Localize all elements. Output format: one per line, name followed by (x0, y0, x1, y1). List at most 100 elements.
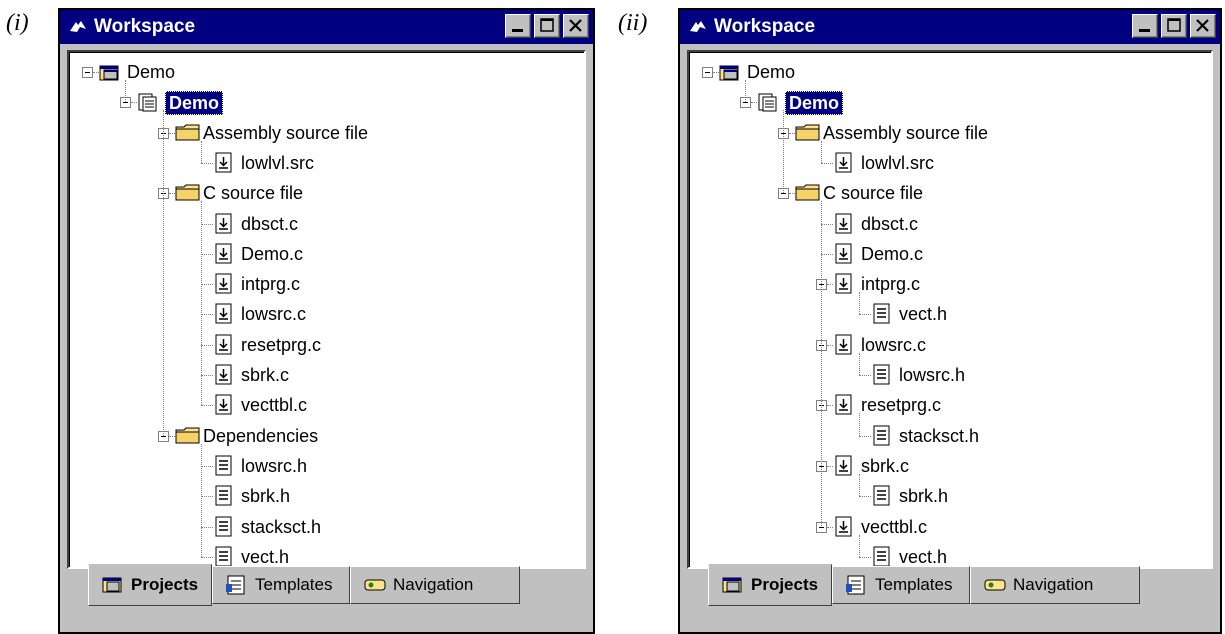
tree-node-label[interactable]: lowsrc.c (241, 303, 306, 325)
templates-icon (846, 575, 865, 595)
tab-projects[interactable]: Projects (708, 564, 832, 606)
tree-connector (163, 110, 164, 436)
workspace-window-i: Workspace Demo Demo Assembly source file lo… (58, 8, 595, 634)
tree-node-label[interactable]: stacksct.h (241, 516, 321, 538)
tree-connector (821, 253, 833, 255)
tab-navigation-label: Navigation (393, 575, 474, 594)
source-file-icon (213, 334, 235, 356)
header-file-icon (213, 516, 235, 538)
tree-node-label[interactable]: lowlvl.src (861, 152, 934, 174)
title-bar[interactable]: Workspace (60, 10, 593, 44)
tab-templates[interactable]: Templates (212, 566, 350, 604)
workspace-logo-icon (690, 21, 706, 32)
tab-projects-label: Projects (751, 575, 819, 594)
project-tree[interactable]: Demo Demo Assembly source file lowlvl.src C … (687, 50, 1213, 569)
workspace-window-ii: Workspace Demo Demo Assembly source file lo… (678, 8, 1222, 634)
navigation-icon (984, 579, 1006, 591)
tree-node-label[interactable]: lowlvl.src (241, 152, 314, 174)
project-tree[interactable]: Demo Demo Assembly source file lowlvl.src C … (67, 50, 586, 569)
tree-node-label[interactable]: lowsrc.h (899, 364, 965, 386)
tree-connector (821, 223, 833, 225)
tree-connector (201, 443, 202, 557)
tree-connector (745, 80, 746, 103)
tree-node-label[interactable]: sbrk.h (899, 485, 948, 507)
tab-projects-label: Projects (131, 575, 199, 594)
tree-node-label[interactable]: lowsrc.h (241, 455, 307, 477)
tree-node-label[interactable]: Assembly source file (203, 122, 368, 144)
folder-icon (175, 182, 200, 204)
tree-node-label[interactable]: Demo (165, 91, 224, 116)
tab-templates[interactable]: Templates (832, 566, 970, 604)
source-file-icon (833, 394, 855, 416)
workspace-icon (99, 61, 121, 83)
source-file-icon (833, 213, 855, 235)
maximize-icon (1167, 18, 1181, 32)
folder-icon (175, 425, 200, 447)
header-file-icon (213, 546, 235, 567)
tree-connector (201, 253, 213, 255)
tree-node-label[interactable]: intprg.c (241, 273, 300, 295)
tree-connector (201, 375, 213, 376)
header-file-icon (213, 455, 235, 477)
tree-node-label[interactable]: dbsct.c (861, 213, 918, 235)
source-file-icon (213, 303, 235, 325)
tree-node-label[interactable]: Demo.c (241, 243, 303, 265)
window-title: Workspace (94, 16, 196, 37)
panel-label-ii: (ii) (618, 10, 648, 36)
tree-connector (859, 473, 860, 497)
tree-node-label[interactable]: Assembly source file (823, 122, 988, 144)
source-file-icon (213, 243, 235, 265)
folder-icon (795, 182, 820, 204)
title-bar[interactable]: Workspace (680, 10, 1220, 44)
tree-node-label[interactable]: C source file (823, 182, 923, 204)
close-button[interactable] (563, 14, 589, 38)
tree-node-label[interactable]: sbrk.c (241, 364, 289, 386)
tree-node-label[interactable]: lowsrc.c (861, 334, 926, 356)
tree-connector (859, 556, 871, 558)
tree-node-label[interactable]: sbrk.h (241, 485, 290, 507)
tree-node-label[interactable]: dbsct.c (241, 213, 298, 235)
source-file-icon (833, 516, 855, 538)
tab-navigation[interactable]: Navigation (970, 566, 1140, 604)
tree-connector (201, 496, 213, 498)
minimize-button[interactable] (505, 14, 531, 38)
tree-node-label[interactable]: vect.h (899, 546, 947, 567)
workspace-icon (719, 61, 741, 83)
collapse-toggle[interactable] (702, 67, 713, 78)
tree-node-label[interactable]: Demo (747, 61, 795, 83)
tab-projects[interactable]: Projects (88, 564, 212, 606)
tree-connector (201, 223, 213, 225)
tree-node-label[interactable]: C source file (203, 182, 303, 204)
minimize-button[interactable] (1132, 14, 1158, 38)
tree-node-label[interactable]: vect.h (241, 546, 289, 567)
minimize-icon (1139, 29, 1150, 32)
source-file-icon (833, 334, 855, 356)
tree-node-label[interactable]: vect.h (899, 303, 947, 325)
tab-navigation-label: Navigation (1013, 575, 1094, 594)
maximize-button[interactable] (534, 14, 560, 38)
tree-node-label[interactable]: vecttbl.c (861, 516, 927, 538)
minimize-icon (512, 29, 523, 32)
maximize-button[interactable] (1161, 14, 1187, 38)
tree-node-label[interactable]: stacksct.h (899, 425, 979, 447)
tree-connector (859, 352, 860, 375)
source-file-icon (213, 364, 235, 386)
tree-connector (783, 110, 784, 194)
close-button[interactable] (1190, 14, 1216, 38)
tree-node-label[interactable]: resetprg.c (241, 334, 321, 356)
tree-node-label[interactable]: sbrk.c (861, 455, 909, 477)
tree-connector (201, 405, 213, 407)
tab-navigation[interactable]: Navigation (350, 566, 520, 604)
tree-node-label[interactable]: Dependencies (203, 425, 318, 447)
header-file-icon (871, 303, 893, 325)
tree-node-label[interactable]: vecttbl.c (241, 394, 307, 416)
tree-node-label[interactable]: Demo (127, 61, 175, 83)
tree-node-label[interactable]: Demo.c (861, 243, 923, 265)
header-file-icon (213, 485, 235, 507)
tree-node-label[interactable]: Demo (785, 91, 844, 116)
tree-connector (859, 534, 860, 557)
tree-node-label[interactable]: resetprg.c (861, 394, 941, 416)
folder-icon (175, 122, 200, 144)
collapse-toggle[interactable] (82, 67, 93, 78)
tree-node-label[interactable]: intprg.c (861, 273, 920, 295)
